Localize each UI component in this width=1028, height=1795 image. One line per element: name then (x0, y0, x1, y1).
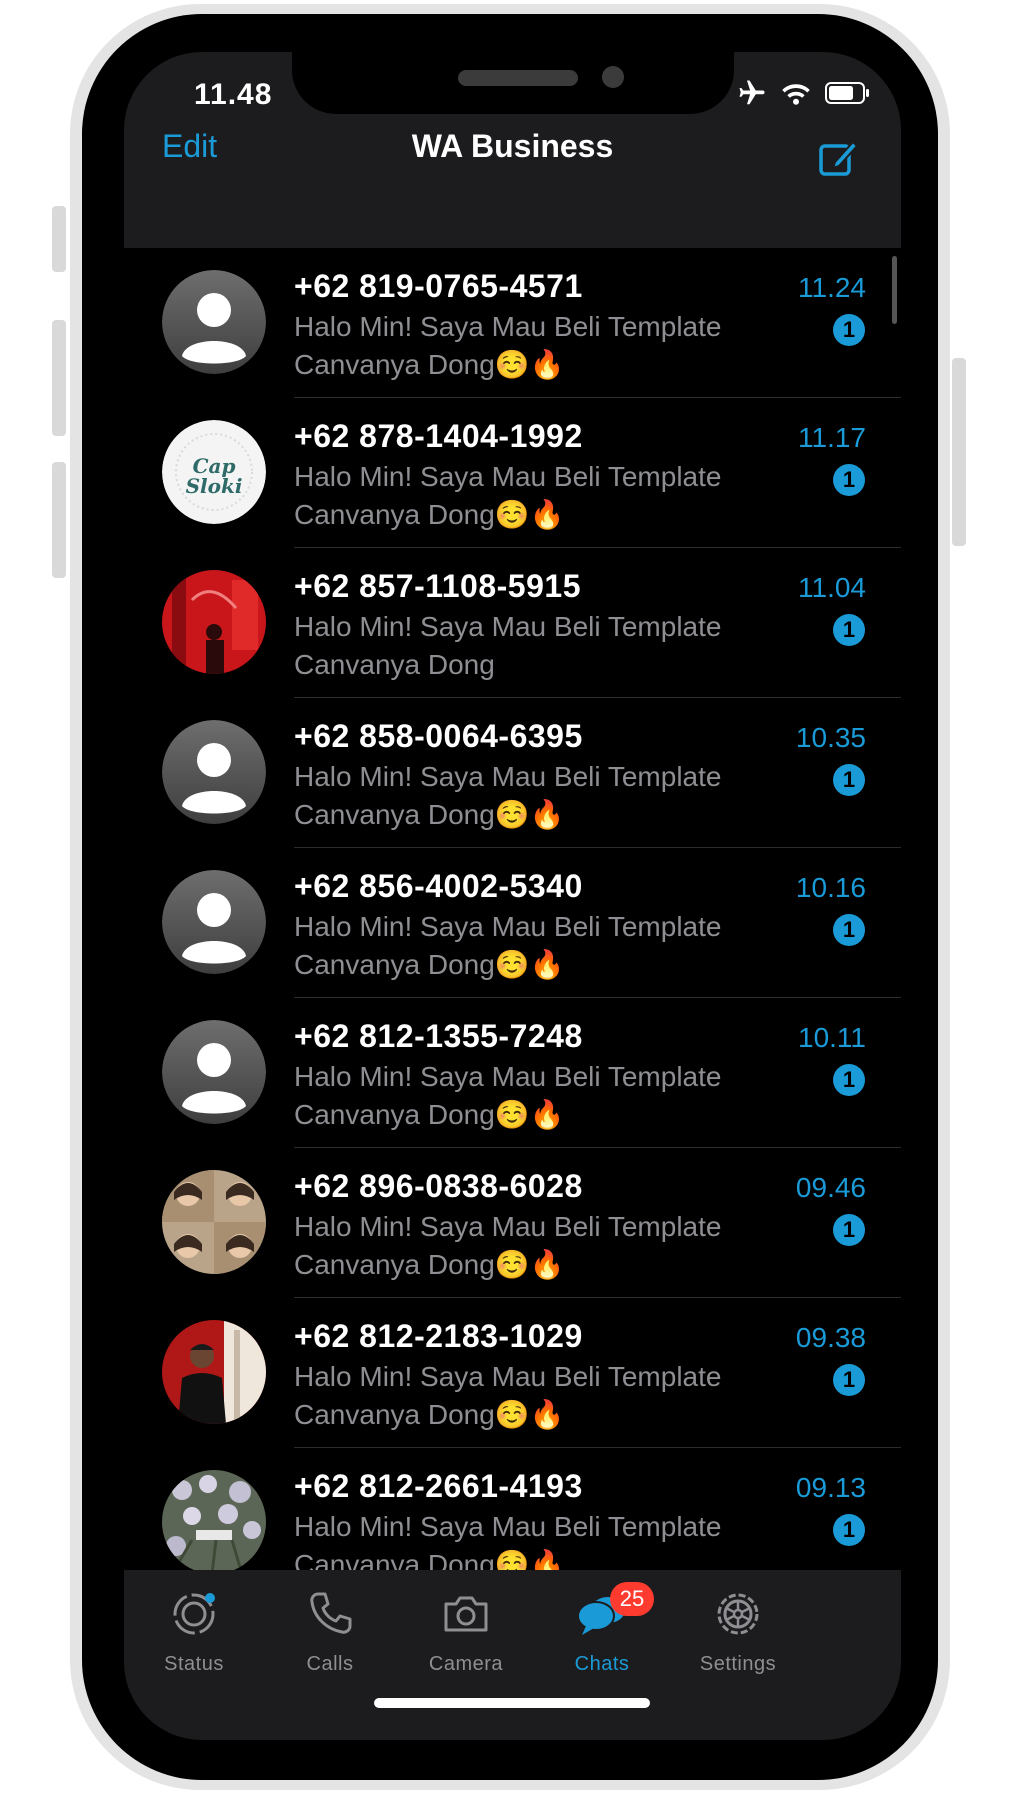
last-message-preview: Halo Min! Saya Mau Beli Template Canvany… (294, 311, 722, 380)
default-avatar-icon (162, 1020, 266, 1124)
power-button (952, 358, 966, 546)
tab-calls[interactable]: Calls (260, 1588, 400, 1676)
avatar[interactable] (162, 270, 266, 374)
last-message-preview: Halo Min! Saya Mau Beli Template Canvany… (294, 761, 722, 830)
gear-icon (717, 1593, 759, 1635)
status-icons (737, 78, 871, 108)
avatar[interactable] (162, 720, 266, 824)
contact-name: +62 858-0064-6395 (294, 718, 583, 754)
chat-row[interactable]: +62 812-1355-7248 Halo Min! Saya Mau Beli… (124, 998, 901, 1148)
unread-badge: 1 (833, 464, 865, 496)
contact-name: +62 878-1404-1992 (294, 418, 583, 454)
chat-row[interactable]: +62 857-1108-5915 Halo Min! Saya Mau Beli… (124, 548, 901, 698)
message-time: 10.35 (795, 722, 866, 753)
chat-list: +62 819-0765-4571 Halo Min! Saya Mau Beli… (124, 248, 901, 1598)
message-time: 09.46 (795, 1172, 866, 1203)
status-time: 11.48 (194, 78, 273, 111)
tab-label-camera: Camera (428, 1653, 504, 1675)
phone-screen: 11.48 Edit WA Business +62 819-0765-4571… (124, 52, 901, 1740)
home-indicator[interactable] (374, 1698, 650, 1708)
scroll-indicator[interactable] (892, 256, 897, 324)
volume-down-button (52, 462, 66, 578)
unread-badge: 1 (833, 1064, 865, 1096)
volume-up-button (52, 320, 66, 436)
avatar[interactable] (162, 570, 266, 674)
camera-icon (444, 1596, 488, 1632)
last-message-preview: Halo Min! Saya Mau Beli Template Canvany… (294, 1211, 722, 1280)
avatar[interactable] (162, 1470, 266, 1574)
phone-icon (310, 1592, 352, 1634)
wifi-icon (782, 84, 810, 105)
compose-icon[interactable] (817, 136, 861, 180)
contact-name: +62 819-0765-4571 (294, 268, 583, 304)
tab-status[interactable]: Status (124, 1588, 264, 1676)
contact-name: +62 812-2183-1029 (294, 1318, 583, 1354)
contact-photo (162, 1470, 266, 1574)
last-message-preview: Halo Min! Saya Mau Beli Template Canvany… (294, 461, 722, 530)
tab-label-chats: Chats (574, 1653, 630, 1675)
unread-badge: 1 (833, 314, 865, 346)
tab-bar: Status Calls Camera 25 Chats Settings (124, 1570, 901, 1740)
chat-row[interactable]: +62 819-0765-4571 Halo Min! Saya Mau Beli… (124, 248, 901, 398)
message-time: 11.17 (798, 422, 866, 453)
message-time: 11.24 (798, 272, 866, 303)
contact-photo (162, 1170, 266, 1274)
message-time: 09.13 (795, 1472, 866, 1503)
airplane-mode-icon (739, 80, 765, 105)
unread-badge: 1 (833, 914, 865, 946)
unread-count-badge: 25 (610, 1582, 654, 1616)
chat-row[interactable]: +62 812-2183-1029 Halo Min! Saya Mau Beli… (124, 1298, 901, 1448)
avatar[interactable] (162, 870, 266, 974)
unread-badge: 1 (833, 764, 865, 796)
notch (292, 52, 734, 114)
chat-row[interactable]: +62 856-4002-5340 Halo Min! Saya Mau Beli… (124, 848, 901, 998)
tab-label-calls: Calls (306, 1653, 354, 1675)
unread-badge: 1 (833, 1214, 865, 1246)
avatar[interactable] (162, 1320, 266, 1424)
battery-icon (825, 82, 869, 104)
chat-row[interactable]: Cap Sloki +62 878-1404-1992 Halo Min! Saya… (124, 398, 901, 548)
tab-label-settings: Settings (699, 1653, 777, 1675)
message-time: 11.04 (798, 572, 866, 603)
avatar[interactable] (162, 1170, 266, 1274)
unread-badge: 1 (833, 614, 865, 646)
chat-row[interactable]: +62 858-0064-6395 Halo Min! Saya Mau Beli… (124, 698, 901, 848)
default-avatar-icon (162, 720, 266, 824)
contact-name: +62 856-4002-5340 (294, 868, 583, 904)
contact-photo (162, 1320, 266, 1424)
tab-label-status: Status (164, 1653, 224, 1675)
message-time: 09.38 (795, 1322, 866, 1353)
chat-row[interactable]: +62 896-0838-6028 Halo Min! Saya Mau Beli… (124, 1148, 901, 1298)
contact-name: +62 896-0838-6028 (294, 1168, 583, 1204)
contact-name: +62 812-1355-7248 (294, 1018, 583, 1054)
message-time: 10.11 (798, 1022, 866, 1053)
avatar[interactable] (162, 1020, 266, 1124)
tab-camera[interactable]: Camera (396, 1588, 536, 1676)
last-message-preview: Halo Min! Saya Mau Beli Template Canvany… (294, 611, 722, 680)
navigation-bar: Edit WA Business (124, 128, 901, 248)
page-title: WA Business (411, 128, 614, 164)
last-message-preview: Halo Min! Saya Mau Beli Template Canvany… (294, 1361, 722, 1430)
message-time: 10.16 (795, 872, 866, 903)
last-message-preview: Halo Min! Saya Mau Beli Template Canvany… (294, 911, 722, 980)
speaker-grille (458, 70, 578, 86)
contact-name: +62 812-2661-4193 (294, 1468, 583, 1504)
contact-photo (162, 570, 266, 674)
unread-badge: 1 (833, 1514, 865, 1546)
last-message-preview: Halo Min! Saya Mau Beli Template Canvany… (294, 1061, 722, 1130)
status-icon (173, 1593, 215, 1635)
tab-settings[interactable]: Settings (668, 1588, 808, 1676)
mute-switch (52, 206, 66, 272)
front-camera (602, 66, 624, 88)
default-avatar-icon (162, 270, 266, 374)
contact-name: +62 857-1108-5915 (294, 568, 581, 604)
avatar[interactable]: Cap Sloki (162, 420, 266, 524)
avatar-logo-text: Cap Sloki (185, 454, 243, 498)
tab-chats[interactable]: 25 Chats (532, 1582, 672, 1676)
unread-badge: 1 (833, 1364, 865, 1396)
default-avatar-icon (162, 870, 266, 974)
